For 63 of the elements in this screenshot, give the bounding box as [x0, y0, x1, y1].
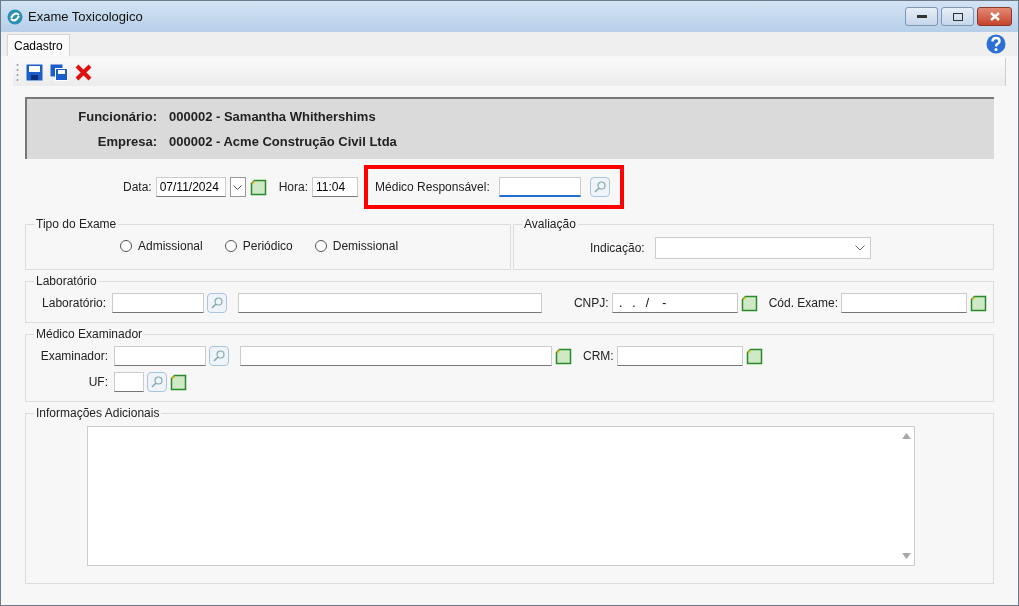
header-value: 000002 - Samantha Whithershims — [169, 109, 376, 124]
name-field[interactable] — [240, 346, 552, 366]
field-label: Cód. Exame: — [768, 296, 838, 310]
code-field[interactable] — [114, 346, 206, 366]
close-icon — [989, 12, 1000, 21]
minimize-icon — [916, 14, 927, 19]
field-label: CNPJ: — [573, 296, 609, 310]
field-label: Laboratório: — [41, 296, 107, 310]
search-icon — [593, 181, 606, 193]
app-logo-icon — [7, 8, 23, 25]
header-label: Funcionário: — [77, 109, 157, 124]
search-icon — [210, 297, 223, 309]
search-button[interactable] — [589, 177, 610, 197]
save-copy-icon[interactable] — [50, 63, 68, 81]
header-value: 000002 - Acme Construção Civil Ltda — [169, 134, 397, 149]
group-title: Informações Adicionais — [35, 406, 161, 420]
new-document-icon[interactable] — [555, 347, 572, 365]
new-document-icon[interactable] — [740, 294, 758, 312]
maximize-icon — [952, 12, 963, 21]
scroll-down-icon — [902, 553, 911, 559]
group-title: Tipo do Exame — [35, 217, 118, 231]
group-title: Laboratório — [35, 274, 98, 288]
code-field[interactable] — [112, 293, 205, 313]
search-icon — [213, 350, 225, 362]
chevron-down-icon — [233, 184, 243, 190]
new-document-icon[interactable] — [249, 178, 267, 196]
search-icon — [151, 376, 163, 388]
help-icon[interactable] — [986, 34, 1006, 54]
name-field[interactable] — [237, 293, 542, 313]
field-label: Examinador: — [39, 349, 108, 363]
group-title: Médico Examinador — [35, 327, 144, 341]
group-title: Avaliação — [523, 217, 577, 231]
save-icon[interactable] — [26, 63, 43, 81]
field-label: Indicação: — [590, 241, 645, 255]
crm-field[interactable] — [616, 346, 743, 366]
field-label: Médico Responsável: — [375, 180, 490, 194]
window-title: Exame Toxicologico — [28, 9, 143, 24]
radio-option[interactable]: Demissional — [314, 239, 399, 253]
new-document-icon[interactable] — [170, 373, 187, 391]
close-button[interactable] — [977, 7, 1012, 26]
date-field[interactable]: 07/11/2024 — [155, 177, 226, 197]
tab[interactable]: Cadastro — [7, 34, 70, 56]
header-label: Empresa: — [96, 134, 157, 149]
time-field[interactable]: 11:04 — [312, 177, 359, 197]
field-label: CRM: — [583, 349, 614, 363]
scroll-up-icon — [902, 433, 911, 439]
maximize-button[interactable] — [941, 7, 974, 26]
field-label: UF: — [87, 375, 108, 389]
cnpj-field[interactable]: . . / - — [611, 293, 738, 313]
minimize-button[interactable] — [905, 7, 938, 26]
delete-icon[interactable] — [75, 63, 92, 81]
date-label: Data: — [123, 180, 152, 194]
state-field[interactable] — [114, 372, 144, 392]
chevron-down-icon — [854, 245, 865, 251]
grip-icon — [16, 63, 19, 81]
new-document-icon[interactable] — [745, 347, 763, 365]
date-dropdown-button[interactable] — [229, 177, 246, 197]
time-label: Hora: — [278, 180, 309, 194]
new-document-icon[interactable] — [970, 294, 987, 312]
exam-code-field[interactable] — [841, 293, 967, 313]
radio-option[interactable]: Periódico — [224, 239, 293, 253]
doctor-field[interactable] — [498, 177, 581, 197]
radio-option[interactable]: Admissional — [120, 239, 203, 253]
